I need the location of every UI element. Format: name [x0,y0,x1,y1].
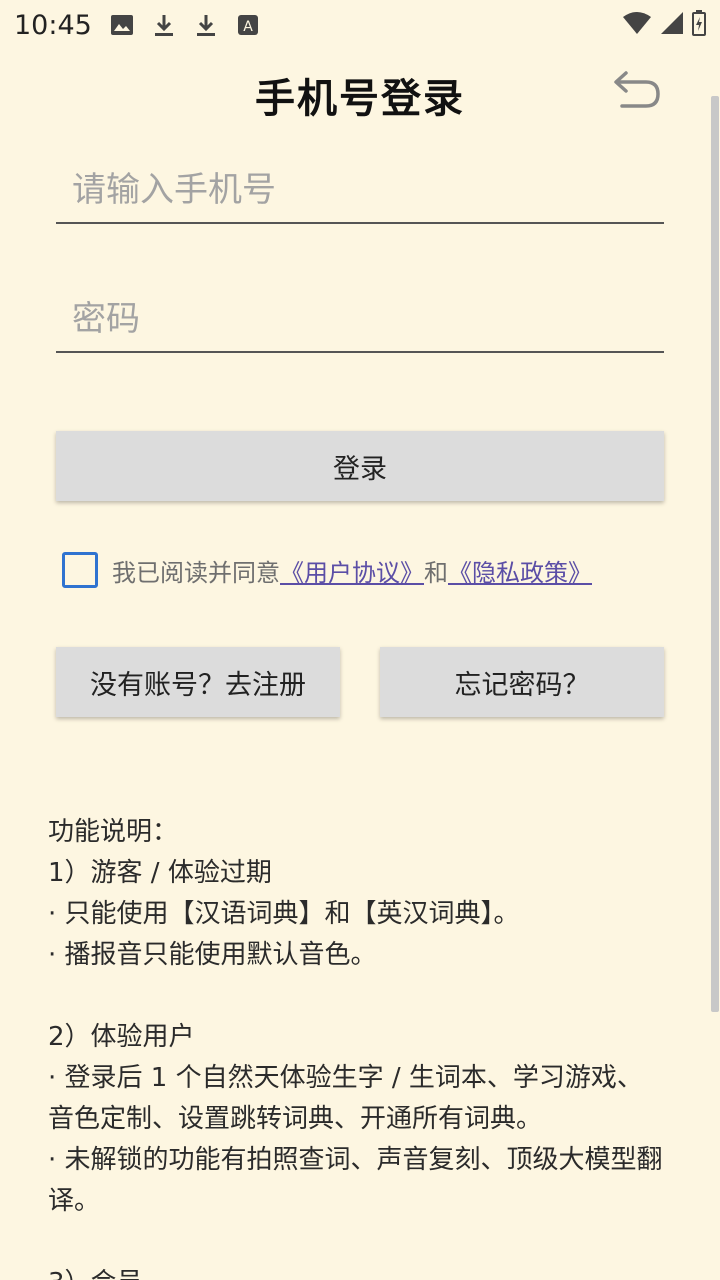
section1-line: · 播报音只能使用默认音色。 [48,940,377,970]
download-icon [194,13,218,37]
agreement-row: 我已阅读并同意 《用户协议》 和 《隐私政策》 [62,551,592,589]
header: 手机号登录 [0,52,720,128]
feature-description: 功能说明： 1）游客 / 体验过期 · 只能使用【汉语词典】和【英汉词典】。 ·… [48,812,668,1280]
a-notification-icon: A [236,13,260,37]
svg-text:A: A [243,19,253,35]
battery-icon [692,10,706,40]
password-field [56,287,664,353]
section2-line: · 登录后 1 个自然天体验生字 / 生词本、学习游戏、音色定制、设置跳转词典、… [48,1063,643,1134]
status-time: 10:45 [14,9,92,41]
image-icon [110,13,134,37]
back-button[interactable] [606,62,668,116]
download-icon [152,13,176,37]
phone-input[interactable] [56,158,664,222]
register-button[interactable]: 没有账号？去注册 [56,647,340,717]
scrollbar[interactable] [711,96,719,1012]
privacy-policy-link[interactable]: 《隐私政策》 [448,553,592,588]
wifi-icon [622,11,652,39]
section2-title: 2）体验用户 [48,1022,195,1052]
status-bar: 10:45 A [0,0,720,50]
section3-title: 3）会员 [48,1263,668,1280]
info-title: 功能说明： [48,817,179,847]
agreement-text: 我已阅读并同意 [112,558,280,587]
undo-icon [614,71,660,108]
password-input[interactable] [56,287,664,351]
section1-line: · 只能使用【汉语词典】和【英汉词典】。 [48,899,520,929]
section1-title: 1）游客 / 体验过期 [48,858,272,888]
forgot-password-button[interactable]: 忘记密码？ [380,647,664,717]
signal-icon [660,11,684,39]
agreement-and-text: 和 [424,558,448,587]
section2-line: · 未解锁的功能有拍照查词、声音复刻、顶级大模型翻译。 [48,1145,663,1216]
phone-field [56,158,664,224]
agreement-checkbox[interactable] [62,552,98,588]
login-button[interactable]: 登录 [56,431,664,501]
user-agreement-link[interactable]: 《用户协议》 [280,553,424,588]
